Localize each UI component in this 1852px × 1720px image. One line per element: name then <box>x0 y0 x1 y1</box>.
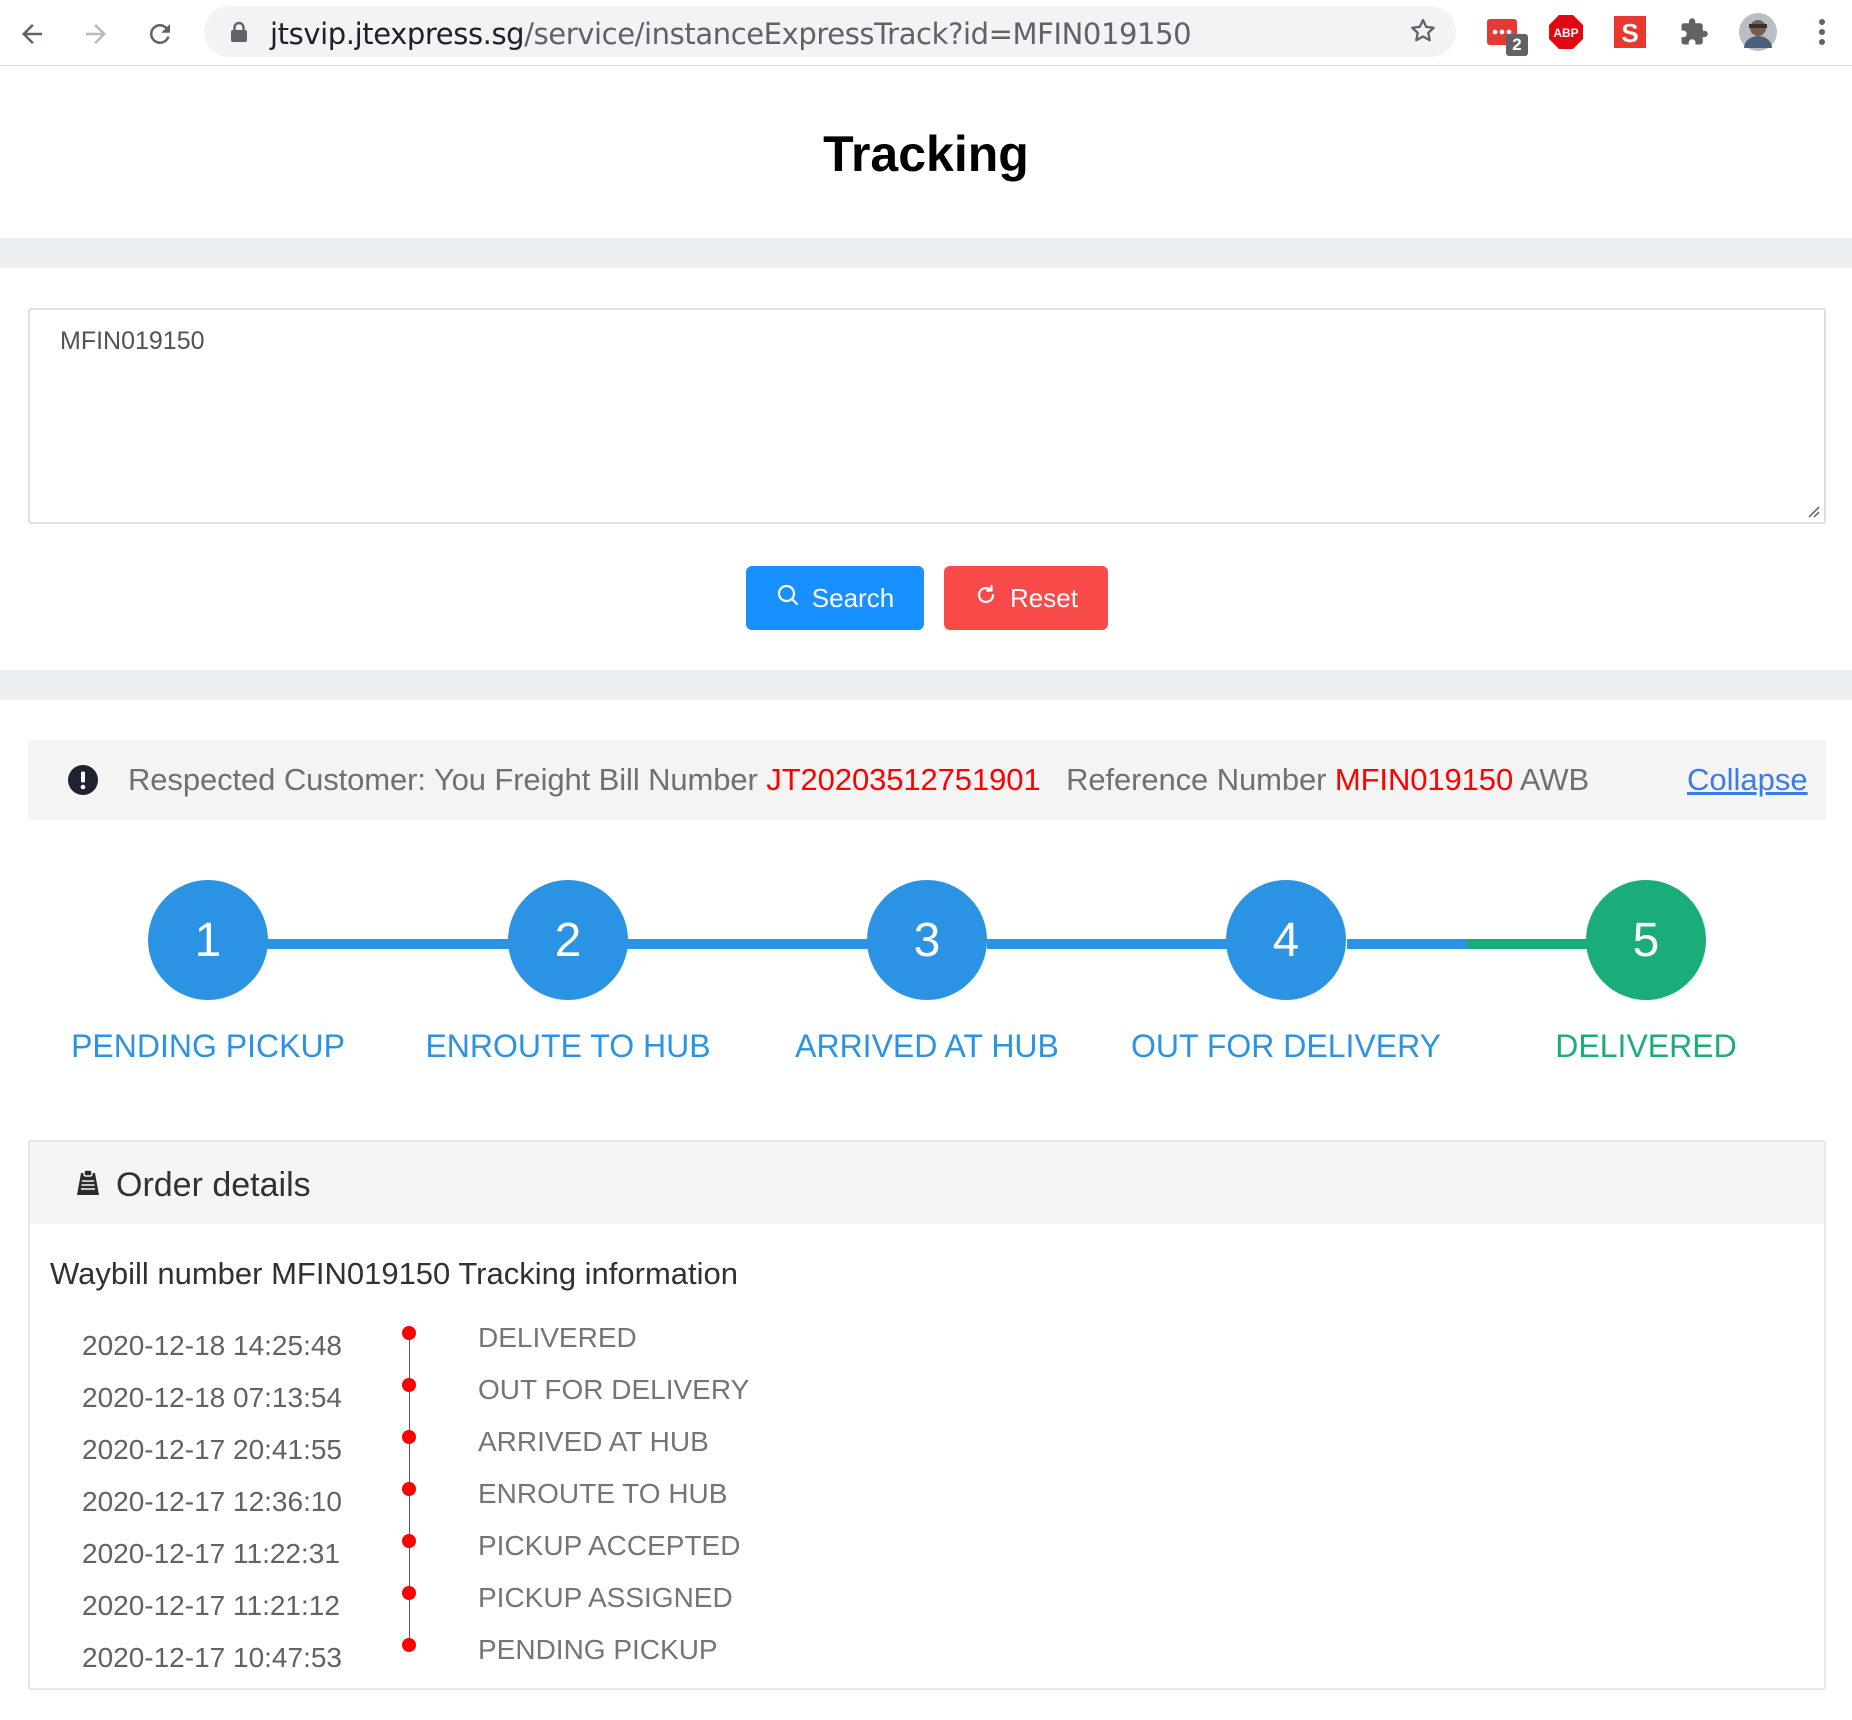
event-time: 2020-12-17 11:21:12 <box>82 1590 340 1621</box>
svg-text:S: S <box>1621 18 1638 48</box>
step-4-circle: 4 <box>1226 880 1346 1000</box>
extension-badge: 2 <box>1506 34 1528 56</box>
refresh-icon <box>974 583 998 614</box>
step-3-label: ARRIVED AT HUB <box>795 1028 1059 1064</box>
timeline-item: 2020-12-18 07:13:54 OUT FOR DELIVERY <box>30 1374 1030 1426</box>
s-extension-icon[interactable]: S <box>1610 12 1650 52</box>
step-connector <box>267 939 511 949</box>
timeline-item: 2020-12-18 14:25:48 DELIVERED <box>30 1322 1030 1374</box>
timeline-dot <box>402 1430 416 1444</box>
page-title: Tracking <box>823 126 1029 182</box>
event-status: PICKUP ASSIGNED <box>478 1582 733 1613</box>
browser-toolbar: jtsvip.jtexpress.sg/service/instanceExpr… <box>0 0 1852 66</box>
section-divider <box>0 670 1852 700</box>
timeline-item: 2020-12-17 11:21:12 PICKUP ASSIGNED <box>30 1582 1030 1634</box>
event-time: 2020-12-17 20:41:55 <box>82 1434 342 1465</box>
event-status: PENDING PICKUP <box>478 1634 718 1665</box>
browser-menu-icon[interactable] <box>1802 12 1842 52</box>
event-time: 2020-12-17 12:36:10 <box>82 1486 342 1517</box>
event-time: 2020-12-17 11:22:31 <box>82 1538 340 1569</box>
puzzle-icon[interactable] <box>1674 12 1714 52</box>
lock-icon <box>230 21 248 48</box>
step-connector <box>1347 939 1469 949</box>
order-details-card: Order details Waybill number MFIN019150 … <box>28 1140 1826 1690</box>
timeline-dot <box>402 1378 416 1392</box>
step-1-label: PENDING PICKUP <box>71 1028 345 1064</box>
step-2-circle: 2 <box>508 880 628 1000</box>
order-details-header: Order details <box>30 1142 1824 1224</box>
step-connector <box>1467 939 1591 949</box>
timeline-dot <box>402 1534 416 1548</box>
event-time: 2020-12-17 10:47:53 <box>82 1642 342 1673</box>
step-connector <box>987 939 1231 949</box>
forward-icon[interactable] <box>74 12 118 56</box>
timeline-dot <box>402 1638 416 1652</box>
timeline-item: 2020-12-17 10:47:53 PENDING PICKUP <box>30 1634 1030 1686</box>
notice-text: Respected Customer: You Freight Bill Num… <box>128 762 1590 797</box>
timeline-dot <box>402 1482 416 1496</box>
waybill-heading: Waybill number MFIN019150 Tracking infor… <box>50 1256 739 1291</box>
section-divider <box>0 238 1852 268</box>
adblock-plus-icon[interactable]: ABP <box>1546 12 1586 52</box>
clipboard-icon <box>72 1168 104 1205</box>
step-3-circle: 3 <box>867 880 987 1000</box>
step-5-label: DELIVERED <box>1555 1028 1737 1064</box>
event-time: 2020-12-18 14:25:48 <box>82 1330 342 1361</box>
step-4-label: OUT FOR DELIVERY <box>1131 1028 1441 1064</box>
back-icon[interactable] <box>10 12 54 56</box>
event-status: PICKUP ACCEPTED <box>478 1530 741 1561</box>
bookmark-star-icon[interactable] <box>1408 16 1438 51</box>
resize-grip-icon[interactable] <box>1806 504 1820 523</box>
step-1-circle: 1 <box>148 880 268 1000</box>
timeline-item: 2020-12-17 12:36:10 ENROUTE TO HUB <box>30 1478 1030 1530</box>
step-5-circle: 5 <box>1586 880 1706 1000</box>
avatar[interactable] <box>1738 12 1778 52</box>
url-text: jtsvip.jtexpress.sg/service/instanceExpr… <box>270 17 1192 51</box>
reset-button-label: Reset <box>1010 582 1078 613</box>
reference-number: MFIN019150 <box>1334 762 1514 797</box>
search-icon <box>776 583 800 614</box>
svg-text:ABP: ABP <box>1553 26 1578 40</box>
freight-notice: Respected Customer: You Freight Bill Num… <box>28 740 1826 820</box>
exclamation-icon <box>68 765 98 803</box>
bill-number: JT20203512751901 <box>766 762 1041 797</box>
event-status: DELIVERED <box>478 1322 637 1353</box>
reload-icon[interactable] <box>138 12 182 56</box>
event-status: OUT FOR DELIVERY <box>478 1374 750 1405</box>
timeline-item: 2020-12-17 11:22:31 PICKUP ACCEPTED <box>30 1530 1030 1582</box>
timeline-dot <box>402 1586 416 1600</box>
step-connector <box>627 939 871 949</box>
order-details-title: Order details <box>116 1166 311 1204</box>
reset-button[interactable]: Reset <box>944 566 1108 630</box>
step-2-label: ENROUTE TO HUB <box>425 1028 711 1064</box>
timeline-item: 2020-12-17 20:41:55 ARRIVED AT HUB <box>30 1426 1030 1478</box>
search-button-label: Search <box>811 582 895 613</box>
todo-extension-icon[interactable]: 2 <box>1482 12 1528 56</box>
event-status: ARRIVED AT HUB <box>478 1426 709 1457</box>
timeline-dot <box>402 1326 416 1340</box>
event-time: 2020-12-18 07:13:54 <box>82 1382 342 1413</box>
collapse-link[interactable]: Collapse <box>1687 762 1808 798</box>
tracking-number-input[interactable]: MFIN019150 <box>28 308 1826 524</box>
search-button[interactable]: Search <box>746 566 924 630</box>
event-status: ENROUTE TO HUB <box>478 1478 728 1509</box>
address-bar[interactable]: jtsvip.jtexpress.sg/service/instanceExpr… <box>204 6 1456 57</box>
